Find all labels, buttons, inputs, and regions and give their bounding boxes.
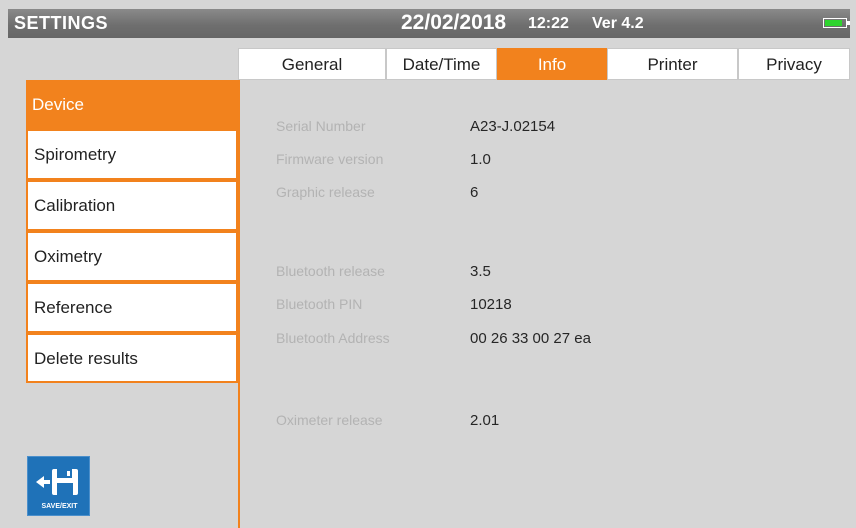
- serial-number-label: Serial Number: [276, 118, 366, 134]
- firmware-version-label: Firmware version: [276, 151, 384, 167]
- save-exit-icon: [36, 469, 78, 495]
- tab-general[interactable]: General: [238, 48, 386, 80]
- bluetooth-pin-label: Bluetooth PIN: [276, 296, 363, 312]
- battery-icon: [823, 18, 850, 28]
- serial-number-value: A23-J.02154: [470, 118, 556, 135]
- bluetooth-release-label: Bluetooth release: [276, 263, 385, 279]
- sidebar-item-calibration[interactable]: Calibration: [28, 182, 236, 229]
- bluetooth-release-value: 3.5: [470, 263, 491, 280]
- settings-sidebar: Device Spirometry Calibration Oximetry R…: [26, 80, 238, 383]
- oximeter-release-label: Oximeter release: [276, 412, 383, 428]
- sidebar-item-device[interactable]: Device: [26, 80, 238, 130]
- bluetooth-pin-value: 10218: [470, 296, 512, 313]
- battery-level-fill: [825, 20, 842, 26]
- firmware-version-value: 1.0: [470, 151, 491, 168]
- status-bar: SETTINGS 22/02/2018 12:22 Ver 4.2: [8, 9, 850, 38]
- sidebar-item-oximetry[interactable]: Oximetry: [28, 233, 236, 280]
- time-display: 12:22: [528, 15, 569, 32]
- bluetooth-address-label: Bluetooth Address: [276, 330, 390, 346]
- tab-printer[interactable]: Printer: [607, 48, 738, 80]
- tab-info[interactable]: Info: [497, 48, 607, 80]
- oximeter-release-value: 2.01: [470, 412, 500, 429]
- screen-title: SETTINGS: [14, 13, 109, 33]
- graphic-release-value: 6: [470, 184, 479, 201]
- info-panel: Serial Number A23-J.02154 Firmware versi…: [238, 80, 850, 528]
- graphic-release-label: Graphic release: [276, 184, 375, 200]
- tab-date-time[interactable]: Date/Time: [386, 48, 497, 80]
- save-exit-label: SAVE/EXIT: [41, 503, 78, 510]
- settings-screen: SETTINGS 22/02/2018 12:22 Ver 4.2 Genera…: [0, 0, 856, 528]
- tab-privacy[interactable]: Privacy: [738, 48, 850, 80]
- sidebar-item-delete-results[interactable]: Delete results: [28, 335, 236, 381]
- save-exit-button[interactable]: SAVE/EXIT: [27, 456, 90, 516]
- sidebar-item-reference[interactable]: Reference: [28, 284, 236, 331]
- sidebar-item-spirometry[interactable]: Spirometry: [28, 131, 236, 178]
- version-display: Ver 4.2: [592, 15, 644, 32]
- tab-bar: General Date/Time Info Printer Privacy: [238, 48, 850, 80]
- bluetooth-address-value: 00 26 33 00 27 ea: [470, 330, 591, 347]
- date-display: 22/02/2018: [401, 11, 507, 34]
